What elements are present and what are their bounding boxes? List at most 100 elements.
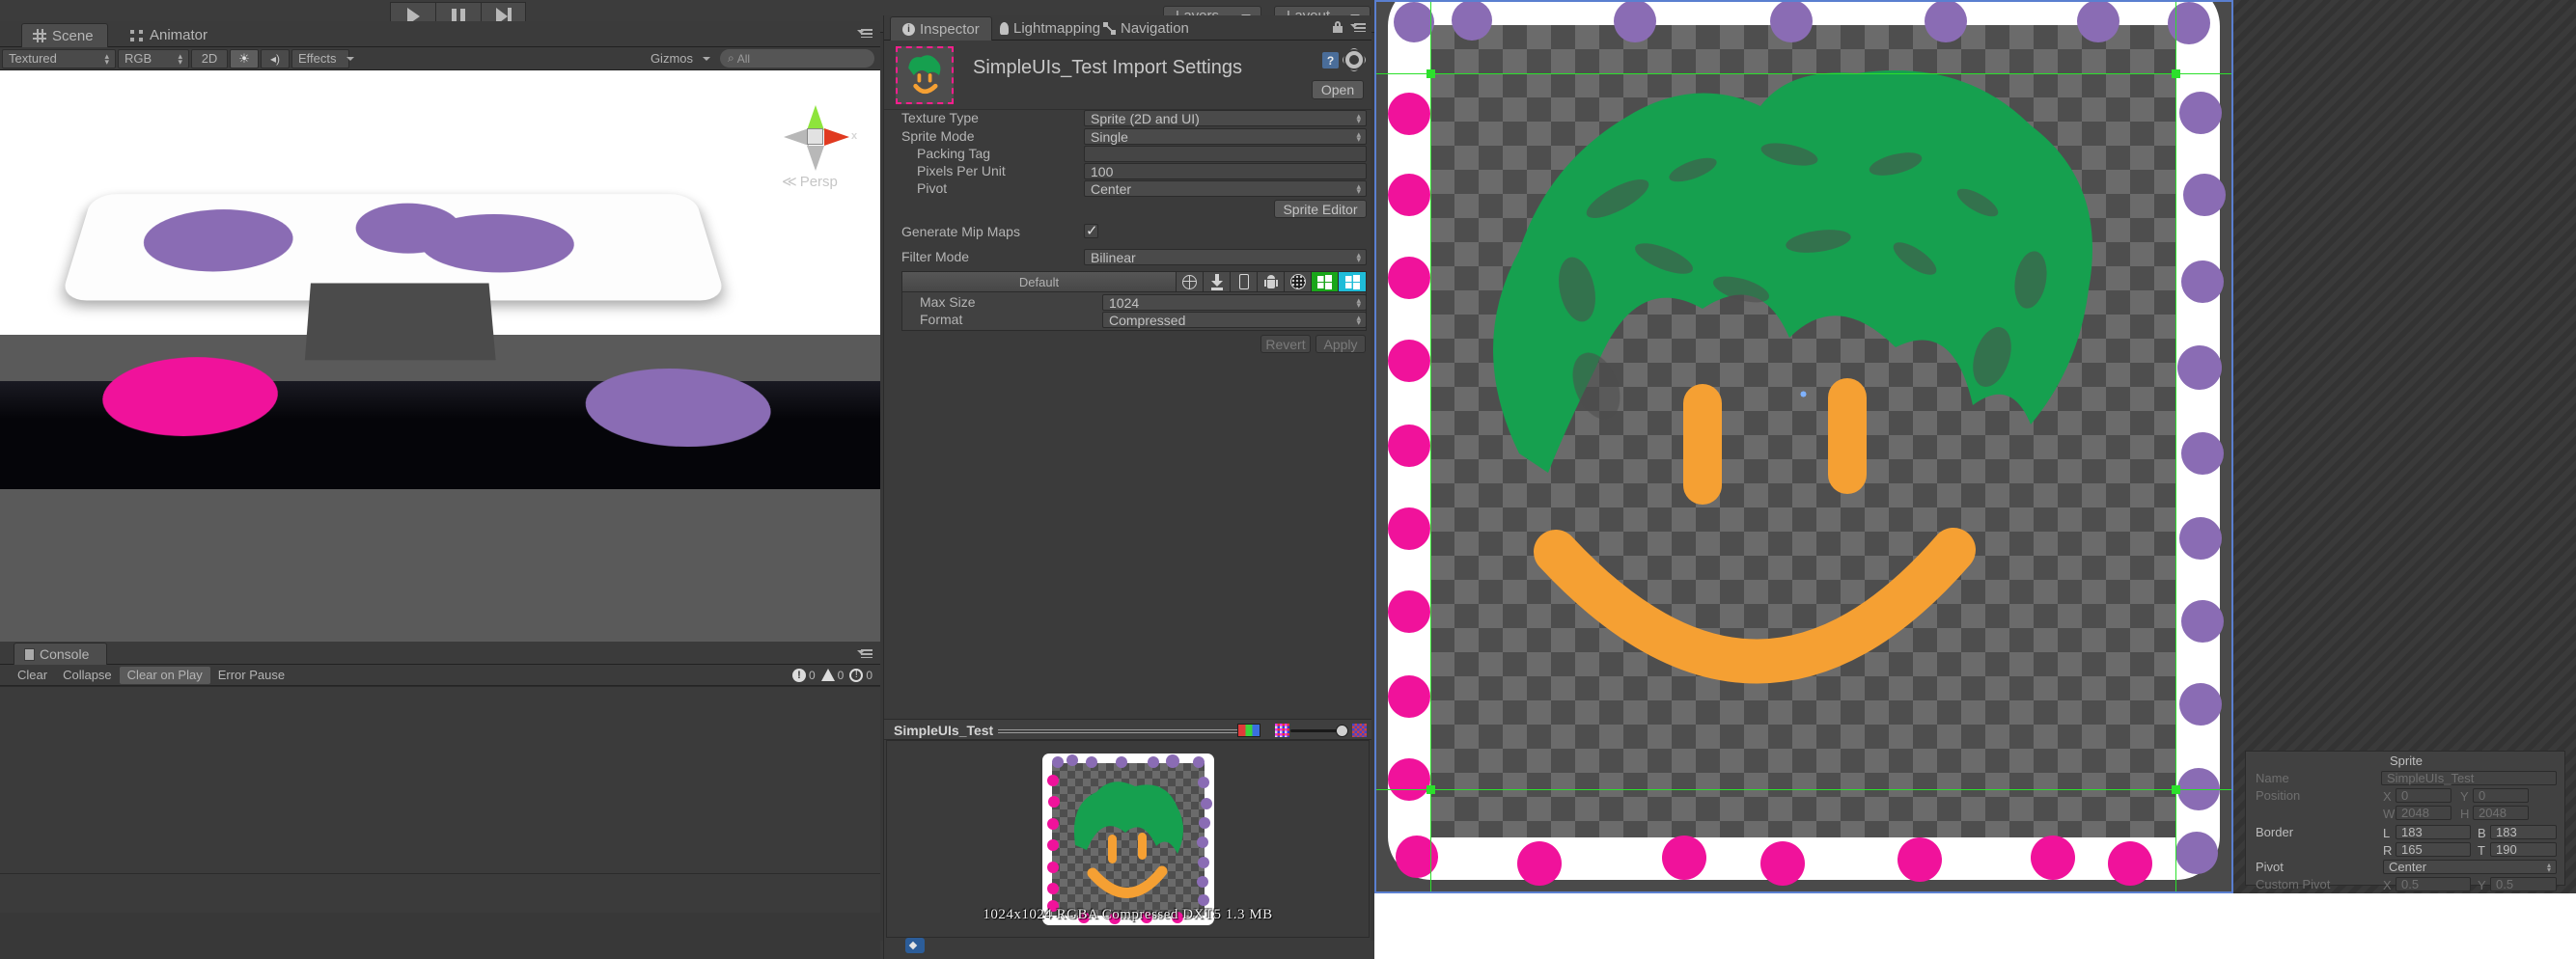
gizmo-y-axis-cone[interactable]: [807, 105, 824, 130]
tab-navigation[interactable]: Navigation: [1092, 16, 1201, 41]
error-count-badge[interactable]: ! 0: [791, 668, 816, 682]
lock-icon[interactable]: [1333, 21, 1343, 33]
mip-level-slider-knob[interactable]: [1336, 725, 1348, 737]
projection-text: Persp: [799, 174, 838, 190]
border-b-input[interactable]: 183: [2490, 825, 2557, 839]
sprite-editor-canvas[interactable]: [1374, 0, 2233, 893]
gear-icon[interactable]: [1345, 51, 1363, 68]
position-x-input[interactable]: 0: [2396, 788, 2451, 803]
lighting-toggle[interactable]: ☀: [230, 48, 259, 68]
border-guide-bottom[interactable]: [1374, 789, 2233, 790]
tab-console[interactable]: Console: [14, 643, 108, 665]
render-mode-dropdown[interactable]: RGB ▴ ▾: [118, 48, 189, 68]
border-handle-top-left[interactable]: [1426, 69, 1435, 78]
scene-panel-menu-icon[interactable]: [857, 26, 873, 38]
border-t-input[interactable]: 190: [2490, 842, 2557, 857]
border-handle-bottom-right[interactable]: [2172, 785, 2180, 794]
border-guide-top[interactable]: [1374, 73, 2233, 74]
info-count-badge[interactable]: ! 0: [849, 668, 873, 682]
gizmos-dropdown[interactable]: Gizmos: [645, 49, 716, 68]
console-panel-menu-icon[interactable]: [857, 646, 873, 658]
tag-icon[interactable]: [905, 938, 925, 953]
inspector-panel-menu-icon[interactable]: [1350, 20, 1366, 32]
standalone-platform-icon[interactable]: [1204, 272, 1231, 291]
gizmo-negy-axis-cone[interactable]: [807, 146, 824, 171]
windows-phone-platform-icon[interactable]: [1339, 272, 1366, 291]
tab-inspector[interactable]: i Inspector: [890, 16, 992, 41]
gizmo-x-axis-cone[interactable]: [824, 128, 849, 146]
custom-pivot-y-input[interactable]: 0.5: [2490, 877, 2557, 891]
audio-toggle[interactable]: ◂): [261, 48, 290, 68]
tab-animator[interactable]: Animator: [120, 23, 221, 47]
updown-icon: ▴ ▾: [1356, 110, 1361, 125]
help-icon[interactable]: ?: [1322, 52, 1339, 68]
clear-on-play-button[interactable]: Clear on Play: [119, 666, 210, 684]
tab-scene[interactable]: Scene: [21, 23, 108, 47]
custom-pivot-x-prefix: X: [2383, 878, 2392, 892]
texture-type-dropdown[interactable]: Sprite (2D and UI) ▴ ▾: [1084, 110, 1367, 126]
clear-button[interactable]: Clear: [10, 667, 55, 684]
windows-store-platform-icon[interactable]: [1312, 272, 1339, 291]
rgb-channel-icon[interactable]: [1237, 724, 1260, 737]
packing-tag-input[interactable]: [1084, 146, 1367, 162]
web-platform-icon[interactable]: [1177, 272, 1204, 291]
format-dropdown[interactable]: Compressed ▴ ▾: [1102, 312, 1367, 328]
sprite-editor-button[interactable]: Sprite Editor: [1274, 200, 1367, 218]
blackberry-platform-icon[interactable]: [1285, 272, 1312, 291]
pixels-per-unit-input[interactable]: 100: [1084, 163, 1367, 179]
asset-thumbnail[interactable]: [896, 46, 954, 104]
mip-level-icon[interactable]: [1275, 724, 1289, 737]
custom-pivot-x-input[interactable]: 0.5: [2396, 877, 2471, 891]
pivot-marker[interactable]: [1799, 390, 1808, 398]
preview-drag-grip[interactable]: [998, 728, 1244, 733]
position-h-input[interactable]: 2048: [2473, 806, 2529, 820]
border-r-input[interactable]: 165: [2396, 842, 2471, 857]
field-generate-mip-maps: Generate Mip Maps: [884, 222, 1371, 241]
android-platform-icon[interactable]: [1258, 272, 1285, 291]
sprite-editor-window[interactable]: [1374, 0, 2233, 893]
collapse-button[interactable]: Collapse: [55, 667, 120, 684]
platform-tab-default[interactable]: Default: [902, 272, 1177, 291]
apply-button[interactable]: Apply: [1316, 335, 1366, 353]
gizmo-negx-axis-cone[interactable]: [784, 128, 809, 146]
draw-mode-dropdown[interactable]: Textured ▴ ▾: [2, 48, 116, 68]
scene-tab-row: Scene Animator: [0, 21, 880, 47]
field-texture-type: Texture Type Sprite (2D and UI) ▴ ▾: [884, 110, 1371, 127]
sprite-pivot-dropdown[interactable]: Center ▴ ▾: [2383, 860, 2557, 874]
scene-view-gizmo[interactable]: x ≪ Persp: [768, 90, 861, 190]
chevron-down-icon: [346, 56, 354, 61]
ios-platform-icon[interactable]: [1231, 272, 1258, 291]
updown-icon: ▴ ▾: [1356, 128, 1361, 144]
toggle-2d-button[interactable]: 2D: [191, 48, 228, 68]
tab-lightmapping-label: Lightmapping: [1013, 20, 1101, 37]
filter-mode-dropdown[interactable]: Bilinear ▴ ▾: [1084, 249, 1367, 265]
position-y-input[interactable]: 0: [2473, 788, 2529, 803]
border-l-input[interactable]: 183: [2396, 825, 2471, 839]
error-icon: !: [791, 668, 806, 682]
effects-dropdown[interactable]: Effects: [291, 48, 354, 68]
generate-mip-maps-checkbox[interactable]: [1084, 222, 1098, 239]
generate-mip-maps-label: Generate Mip Maps: [901, 224, 1020, 239]
gizmo-projection-label[interactable]: ≪ Persp: [782, 173, 838, 190]
sprite-name-input[interactable]: SimpleUIs_Test: [2381, 771, 2557, 785]
gizmo-center-cube[interactable]: [807, 128, 823, 145]
revert-button[interactable]: Revert: [1260, 335, 1311, 353]
pivot-label: Pivot: [917, 180, 948, 196]
position-w-input[interactable]: 2048: [2396, 806, 2451, 820]
border-handle-bottom-left[interactable]: [1426, 785, 1435, 794]
sprite-mode-dropdown[interactable]: Single ▴ ▾: [1084, 128, 1367, 145]
error-pause-button[interactable]: Error Pause: [210, 667, 292, 684]
border-guide-left[interactable]: [1430, 0, 1431, 893]
console-detail-pane[interactable]: [0, 874, 880, 913]
scene-object-panel[interactable]: [60, 194, 783, 448]
border-guide-right[interactable]: [2175, 0, 2176, 893]
gizmos-label: Gizmos: [650, 51, 693, 66]
warning-count-badge[interactable]: 0: [820, 669, 844, 682]
pivot-dropdown[interactable]: Center ▴ ▾: [1084, 180, 1367, 197]
open-button[interactable]: Open: [1312, 80, 1364, 99]
scene-search-input[interactable]: ⌕ All: [720, 49, 874, 68]
max-size-dropdown[interactable]: 1024 ▴ ▾: [1102, 294, 1367, 311]
scene-viewport[interactable]: x ≪ Persp: [0, 70, 880, 658]
border-handle-top-right[interactable]: [2172, 69, 2180, 78]
alpha-checker-icon[interactable]: [1352, 724, 1367, 737]
